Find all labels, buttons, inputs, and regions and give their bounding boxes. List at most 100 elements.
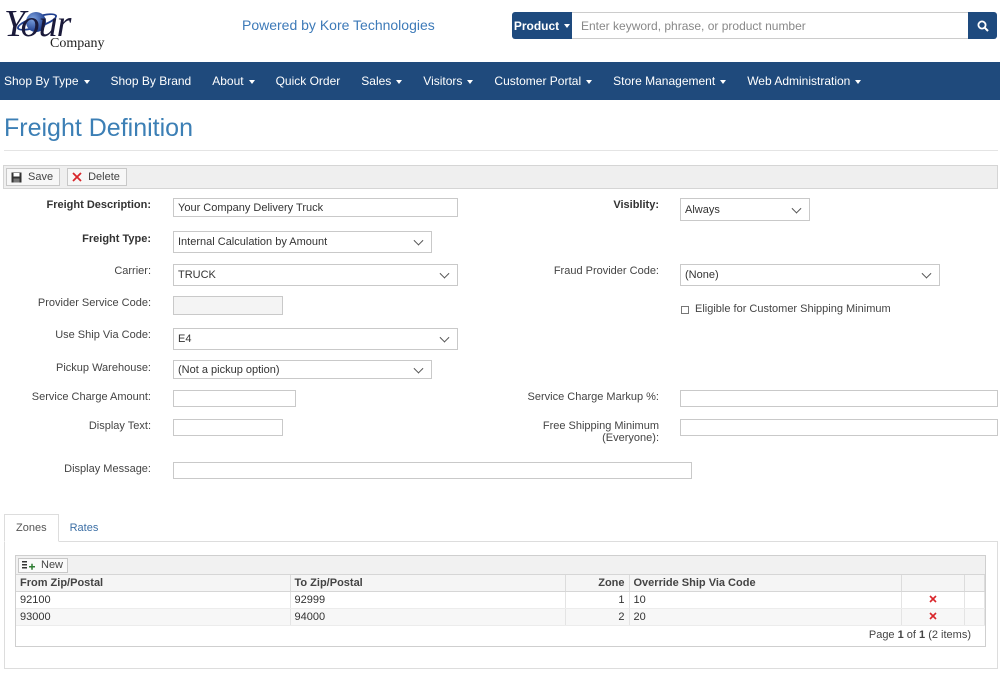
free-shipping-input[interactable]	[680, 419, 998, 436]
nav-item-label: Shop By Brand	[110, 74, 192, 88]
col-override-ship-via[interactable]: Override Ship Via Code	[629, 575, 902, 592]
page-title: Freight Definition	[4, 114, 193, 142]
service-charge-markup-input[interactable]	[680, 390, 998, 407]
fraud-provider-label: Fraud Provider Code:	[553, 265, 659, 277]
cell-spacer	[964, 608, 985, 626]
freight-type-label: Freight Type:	[82, 233, 151, 245]
table-header-row: From Zip/Postal To Zip/Postal Zone Overr…	[16, 575, 985, 592]
nav-item-shop-by-brand[interactable]: Shop By Brand	[107, 74, 202, 88]
free-shipping-label: Free Shipping Minimum (Everyone):	[500, 420, 659, 444]
table-row[interactable]: 93000 94000 2 20	[16, 608, 985, 626]
freight-type-select[interactable]: Internal Calculation by Amount	[173, 231, 432, 253]
cell-to-zip: 94000	[290, 608, 566, 626]
service-charge-markup-label: Service Charge Markup %:	[527, 391, 659, 403]
chevron-down-icon	[564, 23, 571, 28]
service-charge-amount-input[interactable]	[173, 390, 296, 407]
cell-override: 20	[629, 608, 902, 626]
cell-from-zip: 92100	[16, 591, 291, 609]
nav-item-store-management[interactable]: Store Management	[609, 74, 736, 88]
chevron-down-icon	[396, 79, 403, 84]
freight-description-input[interactable]: Your Company Delivery Truck	[173, 198, 458, 217]
carrier-label: Carrier:	[114, 265, 151, 277]
nav-item-customer-portal[interactable]: Customer Portal	[490, 74, 602, 88]
ship-via-label: Use Ship Via Code:	[55, 329, 151, 341]
col-actions	[901, 575, 965, 592]
eligible-label: Eligible for Customer Shipping Minimum	[695, 303, 891, 315]
provider-service-input[interactable]	[173, 296, 283, 315]
table-row[interactable]: 92100 92999 1 10	[16, 591, 985, 609]
cell-spacer	[964, 591, 985, 609]
zones-grid: New From Zip/Postal To Zip/Postal Zone O…	[15, 555, 986, 647]
grid-toolbar: New	[16, 556, 985, 575]
visibility-label: Visiblity:	[613, 199, 659, 211]
chevron-down-icon	[586, 79, 593, 84]
delete-row-icon[interactable]	[928, 611, 937, 620]
free-shipping-label-line1: Free Shipping Minimum	[542, 420, 659, 432]
chevron-down-icon	[83, 79, 90, 84]
nav-item-sales[interactable]: Sales	[357, 74, 412, 88]
cell-delete	[901, 591, 965, 609]
visibility-select[interactable]: Always	[680, 198, 810, 221]
new-zone-label: New	[41, 559, 64, 571]
save-button[interactable]: Save	[6, 168, 61, 186]
chevron-down-icon	[720, 79, 727, 84]
nav-item-about[interactable]: About	[208, 74, 264, 88]
nav-item-label: Sales	[361, 74, 392, 88]
search-type-label: Product	[513, 18, 560, 33]
cell-override: 10	[629, 591, 902, 609]
zones-table: From Zip/Postal To Zip/Postal Zone Overr…	[16, 575, 985, 626]
col-from-zip[interactable]: From Zip/Postal	[16, 575, 291, 592]
pickup-warehouse-select[interactable]: (Not a pickup option)	[173, 360, 432, 379]
chevron-down-icon	[248, 79, 255, 84]
search-input[interactable]	[572, 12, 968, 39]
tab-zones[interactable]: Zones	[4, 514, 59, 542]
powered-by-text: Powered by Kore Technologies	[242, 17, 435, 33]
delete-button[interactable]: Delete	[67, 168, 127, 186]
nav-item-visitors[interactable]: Visitors	[419, 74, 483, 88]
add-row-icon	[22, 561, 35, 570]
cell-zone: 2	[565, 608, 630, 626]
form-toolbar: Save Delete	[3, 165, 998, 189]
cell-from-zip: 93000	[16, 608, 291, 626]
ship-via-select[interactable]: E4	[173, 328, 458, 350]
cell-zone: 1	[565, 591, 630, 609]
search-button[interactable]	[968, 12, 997, 39]
delete-row-icon[interactable]	[928, 594, 937, 603]
nav-item-label: Web Administration	[747, 74, 851, 88]
col-zone[interactable]: Zone	[565, 575, 630, 592]
nav-item-shop-by-type[interactable]: Shop By Type	[0, 74, 100, 88]
title-divider	[4, 150, 998, 151]
free-shipping-label-line2: (Everyone):	[602, 432, 659, 444]
company-logo[interactable]: Your Company	[4, 2, 114, 54]
delete-icon	[72, 172, 82, 182]
tab-rates[interactable]: Rates	[59, 514, 110, 542]
display-message-input[interactable]	[173, 462, 692, 479]
col-spacer	[964, 575, 985, 592]
nav-item-label: Visitors	[423, 74, 463, 88]
display-message-label: Display Message:	[64, 463, 151, 475]
pickup-warehouse-label: Pickup Warehouse:	[56, 362, 151, 374]
save-icon	[11, 172, 22, 183]
nav-item-label: Shop By Type	[4, 74, 79, 88]
freight-description-label: Freight Description:	[46, 199, 151, 211]
tab-bar: Zones Rates	[4, 514, 109, 542]
search-icon	[977, 20, 989, 32]
nav-item-label: Customer Portal	[494, 74, 582, 88]
pager-prefix: Page	[868, 629, 898, 641]
display-text-input[interactable]	[173, 419, 283, 436]
col-to-zip[interactable]: To Zip/Postal	[290, 575, 566, 592]
fraud-provider-select[interactable]: (None)	[680, 264, 940, 286]
eligible-checkbox[interactable]	[681, 306, 689, 314]
carrier-select[interactable]: TRUCK	[173, 264, 458, 286]
pager-of: of	[903, 629, 920, 641]
cell-delete	[901, 608, 965, 626]
nav-item-label: Store Management	[613, 74, 716, 88]
chevron-down-icon	[855, 79, 862, 84]
nav-item-label: Quick Order	[275, 74, 341, 88]
search-type-dropdown[interactable]: Product	[512, 12, 572, 39]
nav-item-quick-order[interactable]: Quick Order	[272, 74, 351, 88]
service-charge-amount-label: Service Charge Amount:	[31, 391, 151, 403]
new-zone-button[interactable]: New	[18, 557, 69, 573]
search-bar: Product	[512, 12, 997, 39]
nav-item-web-administration[interactable]: Web Administration	[743, 74, 871, 88]
